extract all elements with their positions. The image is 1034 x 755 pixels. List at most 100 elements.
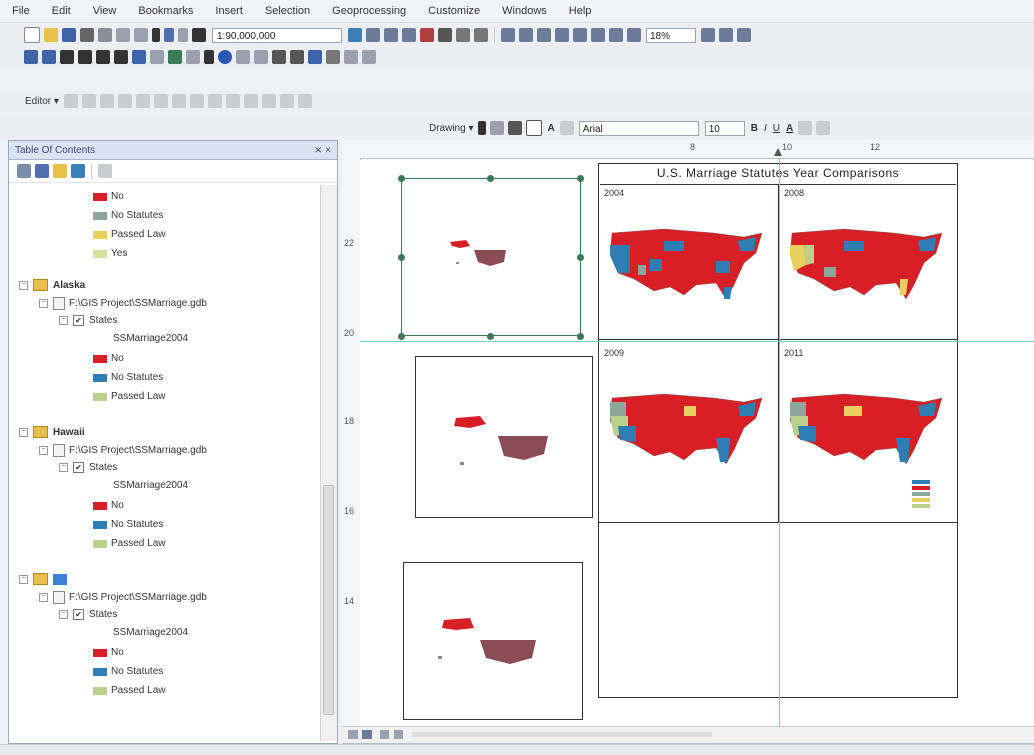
focus-data-frame-icon[interactable]: [719, 28, 733, 42]
rotate-icon[interactable]: [243, 94, 258, 108]
text-tool-icon[interactable]: A: [547, 123, 554, 134]
font-size-select[interactable]: 10: [704, 120, 745, 136]
menu-file[interactable]: File: [0, 5, 40, 17]
delete-icon[interactable]: [152, 28, 160, 42]
collapse-icon[interactable]: −: [19, 574, 28, 584]
data-frame-name[interactable]: Hawaii: [53, 427, 85, 438]
zoom-whole-page-icon[interactable]: [555, 28, 569, 42]
time-slider-icon[interactable]: [344, 50, 358, 64]
hyperlink-icon[interactable]: [236, 50, 250, 64]
selection-handle[interactable]: [398, 333, 405, 340]
reshape-icon[interactable]: [189, 94, 204, 108]
menu-bookmarks[interactable]: Bookmarks: [126, 5, 203, 17]
cut-polygons-icon[interactable]: [207, 94, 222, 108]
split-icon[interactable]: [225, 94, 240, 108]
select-features-icon[interactable]: [168, 50, 182, 64]
layer-name[interactable]: States: [89, 315, 117, 326]
pan-icon[interactable]: [60, 50, 74, 64]
toc-database-row[interactable]: − F:\GIS Project\SSMarriage.gdb: [39, 444, 207, 457]
menu-help[interactable]: Help: [557, 5, 602, 17]
toc-options-icon[interactable]: [98, 164, 112, 178]
model-builder-icon[interactable]: [456, 28, 470, 42]
toc-layer-row[interactable]: − ✔ States: [59, 462, 117, 473]
map-legend[interactable]: [912, 478, 952, 518]
layer-name[interactable]: States: [89, 462, 117, 473]
zoom-100-icon[interactable]: [573, 28, 587, 42]
menu-selection[interactable]: Selection: [253, 5, 320, 17]
arctoolbox-icon[interactable]: [420, 28, 434, 42]
selection-handle[interactable]: [577, 333, 584, 340]
html-popup-icon[interactable]: [254, 50, 268, 64]
copy-icon[interactable]: [116, 28, 130, 42]
list-by-selection-icon[interactable]: [71, 164, 85, 178]
menu-customize[interactable]: Customize: [416, 5, 490, 17]
viewer-window-icon[interactable]: [362, 50, 376, 64]
full-extent-icon[interactable]: [78, 50, 92, 64]
callout-icon[interactable]: [559, 121, 574, 135]
zoom-out-icon[interactable]: [42, 50, 56, 64]
italic-button[interactable]: I: [764, 123, 767, 134]
selection-handle[interactable]: [487, 333, 494, 340]
straight-segment-icon[interactable]: [99, 94, 114, 108]
collapse-icon[interactable]: −: [39, 593, 48, 602]
us-map-2009[interactable]: [604, 380, 769, 470]
horizontal-scrollbar[interactable]: [412, 732, 712, 737]
help-pointer-icon[interactable]: [474, 28, 488, 42]
measure-icon[interactable]: [272, 50, 286, 64]
collapse-icon[interactable]: −: [19, 427, 28, 437]
list-by-drawing-order-icon[interactable]: [17, 164, 31, 178]
search-window-icon[interactable]: [402, 28, 416, 42]
select-elements-draw-icon[interactable]: [478, 121, 487, 135]
layout-title[interactable]: U.S. Marriage Statutes Year Comparisons: [600, 166, 956, 185]
collapse-icon[interactable]: −: [39, 446, 48, 455]
data-view-button[interactable]: [348, 730, 358, 739]
toc-dataframe-1[interactable]: − Hawaii: [19, 426, 85, 438]
collapse-icon[interactable]: −: [19, 280, 28, 290]
point-icon[interactable]: [153, 94, 168, 108]
print-icon[interactable]: [80, 28, 94, 42]
drawing-menu-button[interactable]: Drawing ▾: [429, 123, 473, 134]
save-icon[interactable]: [62, 28, 76, 42]
horizontal-guide[interactable]: [360, 341, 1034, 342]
redo-icon[interactable]: [178, 28, 188, 42]
edit-tool-icon[interactable]: [63, 94, 78, 108]
selection-handle[interactable]: [577, 175, 584, 182]
bold-button[interactable]: B: [751, 123, 758, 134]
toc-scroll-thumb[interactable]: [323, 485, 334, 715]
toc-database-row[interactable]: − F:\GIS Project\SSMarriage.gdb: [39, 297, 207, 310]
paste-icon[interactable]: [134, 28, 148, 42]
menu-edit[interactable]: Edit: [40, 5, 81, 17]
toc-dataframe-2[interactable]: −: [19, 573, 67, 585]
font-color-button[interactable]: A: [786, 123, 793, 134]
find-icon[interactable]: [290, 50, 304, 64]
collapse-icon[interactable]: −: [59, 463, 68, 472]
layer-visibility-checkbox[interactable]: ✔: [73, 609, 84, 620]
menu-view[interactable]: View: [81, 5, 127, 17]
menu-geoprocessing[interactable]: Geoprocessing: [320, 5, 416, 17]
fixed-zoom-out-tool-icon[interactable]: [114, 50, 128, 64]
us-map-2004[interactable]: [604, 215, 769, 305]
menu-windows[interactable]: Windows: [490, 5, 557, 17]
toc-dataframe-0[interactable]: − Alaska: [19, 279, 85, 291]
goto-xy-icon[interactable]: [326, 50, 340, 64]
layer-visibility-checkbox[interactable]: ✔: [73, 315, 84, 326]
attributes-icon[interactable]: [261, 94, 276, 108]
layout-zoom-in-icon[interactable]: [501, 28, 515, 42]
pause-drawing-icon[interactable]: [394, 730, 403, 739]
layout-pan-icon[interactable]: [537, 28, 551, 42]
selection-handle[interactable]: [398, 175, 405, 182]
edit-annotation-icon[interactable]: [81, 94, 96, 108]
collapse-icon[interactable]: −: [59, 610, 68, 619]
layout-zoom-out-icon[interactable]: [519, 28, 533, 42]
toc-close-button[interactable]: ⨯ ×: [314, 145, 331, 156]
layout-view-button[interactable]: [362, 730, 372, 739]
editor-menu-button[interactable]: Editor ▾: [25, 96, 59, 107]
map-scale-input[interactable]: 1:90,000,000: [212, 27, 342, 43]
find-route-icon[interactable]: [308, 50, 322, 64]
toc-scrollbar[interactable]: [320, 185, 337, 741]
refresh-icon[interactable]: [380, 730, 389, 739]
toc-layer-row[interactable]: − ✔ States: [59, 315, 117, 326]
open-icon[interactable]: [44, 28, 58, 42]
list-by-source-icon[interactable]: [35, 164, 49, 178]
zoom-in-icon[interactable]: [24, 50, 38, 64]
